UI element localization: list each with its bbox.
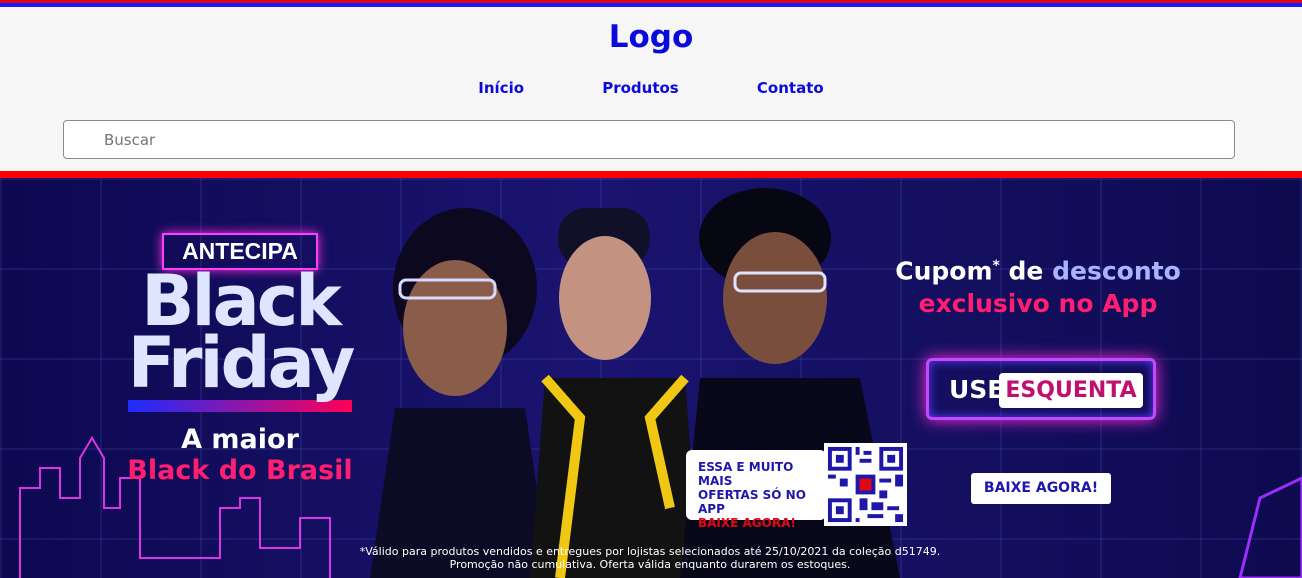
coupon-code-box: USE ESQUENTA [926,358,1156,420]
coupon-line-1: Cupom* de desconto [868,250,1208,287]
site-logo[interactable]: Logo [0,19,1302,55]
qr-code-icon [824,443,907,526]
black-friday-title: ANTECIPA Black Friday A maior Black do B… [110,233,370,486]
app-offer-text: ESSA E MUITO MAIS OFERTAS SÓ NO APP BAIX… [698,460,826,530]
cupom-de: de [999,256,1053,286]
black-do-brasil-text: Black do Brasil [127,455,353,486]
maior-text: A maior [181,424,299,455]
app-offer-line-2: OFERTAS SÓ NO APP [698,488,806,516]
nav-link-contato[interactable]: Contato [757,79,824,97]
app-offer-box: ESSA E MUITO MAIS OFERTAS SÓ NO APP BAIX… [686,450,826,530]
cupom-desconto: desconto [1052,256,1181,286]
main-nav: Início Produtos Contato [0,79,1302,97]
disclaimer-line-2: Promoção não cumulativa. Oferta válida e… [449,558,851,571]
app-offer-line-3: BAIXE AGORA! [698,516,796,530]
person-center [530,208,700,578]
nav-link-produtos[interactable]: Produtos [602,79,679,97]
download-app-button[interactable]: BAIXE AGORA! [971,473,1111,504]
app-offer-line-1: ESSA E MUITO MAIS [698,460,794,488]
coupon-line-2: exclusivo no App [918,289,1158,319]
person-left [370,208,550,578]
coupon-headline: Cupom* de desconto exclusivo no App [868,250,1208,320]
search-input[interactable] [63,120,1235,159]
cupom-word: Cupom [895,256,993,286]
cupom-star: * [992,258,1000,274]
legal-disclaimer: *Válido para produtos vendidos e entregu… [330,545,970,571]
site-header: Logo Início Produtos Contato [0,7,1302,171]
nav-link-inicio[interactable]: Início [478,79,524,97]
promo-banner[interactable]: ANTECIPA Black Friday A maior Black do B… [0,178,1302,578]
header-divider-bar [0,171,1302,178]
use-label: USE [949,375,1005,404]
neon-skate-shape [1238,476,1302,578]
coupon-code: ESQUENTA [999,373,1143,408]
friday-word: Friday [127,322,356,404]
disclaimer-line-1: *Válido para produtos vendidos e entregu… [359,545,941,558]
